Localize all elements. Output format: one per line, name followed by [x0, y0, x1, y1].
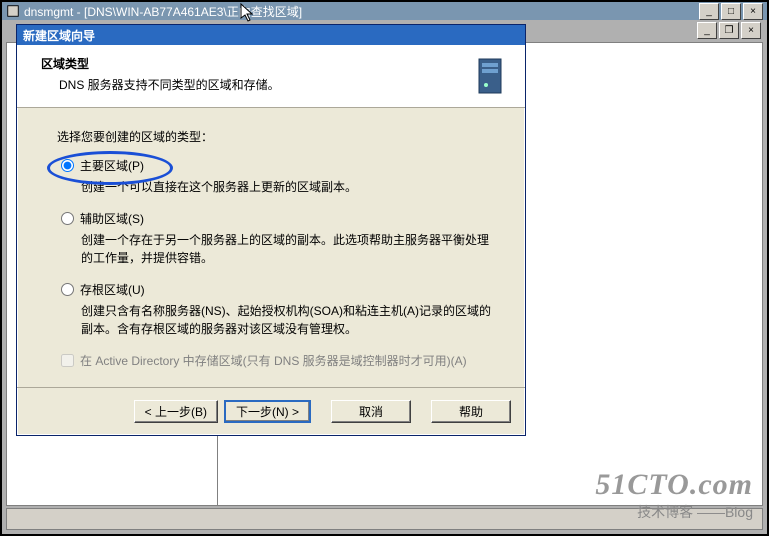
checkbox-store-in-ad	[61, 354, 74, 367]
close-button[interactable]: ×	[743, 3, 763, 20]
option-stub-zone: 存根区域(U) 创建只含有名称服务器(NS)、起始授权机构(SOA)和粘连主机(…	[61, 281, 495, 338]
wizard-button-row: < 上一步(B) 下一步(N) > 取消 帮助	[17, 387, 525, 435]
label-secondary-zone[interactable]: 辅助区域(S)	[80, 210, 144, 227]
mmc-window-buttons: _ □ ×	[697, 3, 763, 20]
mmc-title-text: dnsmgmt - [DNS\WIN-AB77A461AE3\正向查找区域]	[24, 3, 763, 20]
app-icon	[6, 4, 20, 18]
wizard-header: 区域类型 DNS 服务器支持不同类型的区域和存储。	[17, 45, 525, 108]
wizard-header-subtitle: DNS 服务器支持不同类型的区域和存储。	[59, 76, 461, 93]
label-primary-zone[interactable]: 主要区域(P)	[80, 157, 144, 174]
zone-type-prompt: 选择您要创建的区域的类型：	[57, 128, 495, 145]
desc-secondary-zone: 创建一个存在于另一个服务器上的区域的副本。此选项帮助主服务器平衡处理的工作量，并…	[81, 231, 495, 267]
next-button[interactable]: 下一步(N) >	[224, 400, 311, 423]
option-secondary-zone: 辅助区域(S) 创建一个存在于另一个服务器上的区域的副本。此选项帮助主服务器平衡…	[61, 210, 495, 267]
label-stub-zone[interactable]: 存根区域(U)	[80, 281, 145, 298]
wizard-body: 选择您要创建的区域的类型： 主要区域(P) 创建一个可以直接在这个服务器上更新的…	[17, 108, 525, 387]
radio-secondary-zone[interactable]	[61, 212, 74, 225]
wizard-header-title: 区域类型	[41, 55, 461, 72]
label-store-in-ad: 在 Active Directory 中存储区域(只有 DNS 服务器是域控制器…	[80, 352, 467, 369]
server-icon	[469, 55, 511, 97]
new-zone-wizard: 新建区域向导 区域类型 DNS 服务器支持不同类型的区域和存储。 选择您要创建的…	[16, 24, 526, 436]
status-bar	[6, 508, 763, 530]
child-restore-button[interactable]: ❐	[719, 22, 739, 39]
store-in-ad-row: 在 Active Directory 中存储区域(只有 DNS 服务器是域控制器…	[61, 352, 495, 369]
mmc-titlebar[interactable]: dnsmgmt - [DNS\WIN-AB77A461AE3\正向查找区域]	[2, 2, 767, 20]
desc-primary-zone: 创建一个可以直接在这个服务器上更新的区域副本。	[81, 178, 495, 196]
radio-stub-zone[interactable]	[61, 283, 74, 296]
back-button[interactable]: < 上一步(B)	[134, 400, 218, 423]
child-close-button[interactable]: ×	[741, 22, 761, 39]
radio-primary-zone[interactable]	[61, 159, 74, 172]
help-button[interactable]: 帮助	[431, 400, 511, 423]
wizard-title-text: 新建区域向导	[23, 27, 95, 44]
mdi-child-buttons: _ ❐ ×	[695, 22, 761, 39]
child-minimize-button[interactable]: _	[697, 22, 717, 39]
desc-stub-zone: 创建只含有名称服务器(NS)、起始授权机构(SOA)和粘连主机(A)记录的区域的…	[81, 302, 495, 338]
wizard-titlebar[interactable]: 新建区域向导	[17, 25, 525, 45]
cancel-button[interactable]: 取消	[331, 400, 411, 423]
maximize-button[interactable]: □	[721, 3, 741, 20]
screenshot-frame: dnsmgmt - [DNS\WIN-AB77A461AE3\正向查找区域] _…	[0, 0, 769, 536]
option-primary-zone: 主要区域(P) 创建一个可以直接在这个服务器上更新的区域副本。	[61, 157, 495, 196]
minimize-button[interactable]: _	[699, 3, 719, 20]
